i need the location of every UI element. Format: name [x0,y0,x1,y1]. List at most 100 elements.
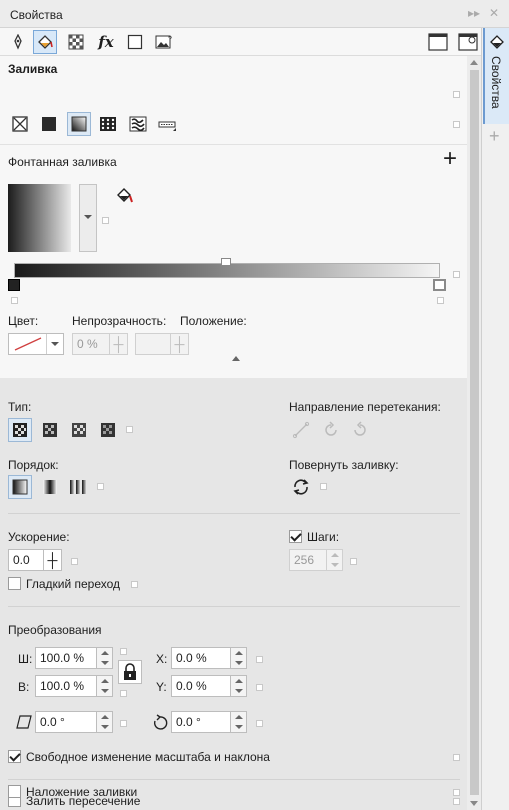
scroll-down-icon[interactable] [470,801,478,806]
option-square[interactable] [102,217,109,224]
option-square[interactable] [120,648,127,655]
fill-bucket-small-icon[interactable] [115,186,137,208]
smooth-transition-checkbox[interactable] [8,577,21,590]
window-title: Свойства [10,8,63,22]
postscript-fill-icon[interactable] [156,113,178,135]
type-label: Тип: [8,400,32,414]
option-square[interactable] [256,684,263,691]
height-input[interactable]: 100.0 % [35,675,97,697]
elliptical-gradient-icon[interactable] [39,419,61,441]
width-spinner[interactable] [97,647,113,669]
width-label: Ш: [18,652,33,666]
position-input[interactable] [135,333,171,355]
x-spinner[interactable] [231,647,247,669]
chevron-down-icon [84,215,92,219]
panel-view-eye-icon[interactable] [456,30,480,54]
option-square[interactable] [256,720,263,727]
frame-icon[interactable] [123,30,147,54]
skew-spinner[interactable] [97,711,113,733]
height-spinner[interactable] [97,675,113,697]
option-square[interactable] [131,581,138,588]
y-input[interactable]: 0.0 % [171,675,231,697]
option-square[interactable] [453,121,460,128]
image-icon[interactable]: ? [152,30,176,54]
option-square[interactable] [350,558,357,565]
tab-properties[interactable]: Свойства [483,28,509,124]
linear-gradient-icon[interactable] [8,418,32,442]
option-square[interactable] [453,271,460,278]
fountain-fill-icon[interactable] [67,112,91,136]
transparency-icon[interactable] [64,30,88,54]
start-color-node[interactable] [8,279,20,291]
width-input[interactable]: 100.0 % [35,647,97,669]
option-square[interactable] [453,91,460,98]
scrollbar-thumb[interactable] [470,70,479,795]
steps-checkbox[interactable] [289,530,302,543]
fill-bucket-icon[interactable] [33,30,57,54]
option-square[interactable] [97,483,104,490]
opacity-slider-button[interactable]: ┼ [110,333,128,355]
option-square[interactable] [453,798,460,805]
option-square[interactable] [453,754,460,761]
rotate-input[interactable]: 0.0 ° [171,711,231,733]
rotate-fill-label: Повернуть заливку: [289,458,399,472]
fill-options-section: Тип: Направление перетекания: Порядок: П… [0,378,467,810]
position-label: Положение: [180,314,247,328]
midpoint-handle[interactable] [221,258,231,266]
properties-toolbar: fx ? [0,28,481,56]
texture-fill-icon[interactable] [127,113,149,135]
gradient-order-repeat-icon[interactable] [68,476,90,498]
end-color-node[interactable] [433,279,446,291]
position-slider-button[interactable]: ┼ [171,333,189,355]
rotate-fill-icon[interactable] [290,476,312,498]
steps-input[interactable]: 256 [289,549,327,571]
option-square[interactable] [437,297,444,304]
option-square[interactable] [126,426,133,433]
acceleration-input[interactable]: 0.0 [8,549,44,571]
gradient-order-default-icon[interactable] [8,475,32,499]
opacity-input[interactable]: 0 % [72,333,110,355]
pen-outline-icon[interactable] [6,30,30,54]
option-square[interactable] [453,789,460,796]
add-gradient-button[interactable]: + [443,146,457,172]
direct-blend-icon[interactable] [290,419,312,441]
blend-direction-label: Направление перетекания: [289,400,441,414]
x-input[interactable]: 0.0 % [171,647,231,669]
effects-fx-icon[interactable]: fx [94,30,118,54]
add-tab-button[interactable]: + [489,126,500,147]
rectangular-gradient-icon[interactable] [97,419,119,441]
free-scale-checkbox[interactable] [8,750,21,763]
option-square[interactable] [320,483,327,490]
free-scale-label: Свободное изменение масштаба и наклона [26,750,270,764]
gradient-presets-dropdown[interactable] [79,184,97,252]
close-icon[interactable]: ✕ [489,6,499,20]
collapse-arrow-icon[interactable] [232,356,240,361]
option-square[interactable] [120,720,127,727]
overprint-fill-checkbox[interactable] [8,785,21,798]
docker-tabs: Свойства + [483,28,509,810]
color-label: Цвет: [8,314,39,328]
option-square[interactable] [71,558,78,565]
svg-text:?: ? [168,36,172,43]
y-spinner[interactable] [231,675,247,697]
steps-spinner[interactable] [327,549,343,571]
counterclockwise-blend-icon[interactable] [349,419,371,441]
expand-panel-icon[interactable]: ▸▸ [468,6,480,20]
clockwise-blend-icon[interactable] [320,419,342,441]
rotate-spinner[interactable] [231,711,247,733]
lock-ratio-button[interactable] [118,660,142,684]
option-square[interactable] [256,656,263,663]
option-square[interactable] [11,297,18,304]
option-square[interactable] [120,690,127,697]
skew-input[interactable]: 0.0 ° [35,711,97,733]
uniform-fill-icon[interactable] [38,113,60,135]
vertical-scrollbar[interactable] [467,56,481,810]
color-picker-dropdown[interactable] [8,333,64,355]
pattern-fill-icon[interactable] [97,113,119,135]
acceleration-slider-button[interactable]: ┼ [44,549,62,571]
gradient-order-mirror-icon[interactable] [39,476,61,498]
scroll-up-icon[interactable] [470,60,478,65]
panel-view-icon[interactable] [426,30,450,54]
conical-gradient-icon[interactable] [68,419,90,441]
no-fill-icon[interactable] [9,113,31,135]
